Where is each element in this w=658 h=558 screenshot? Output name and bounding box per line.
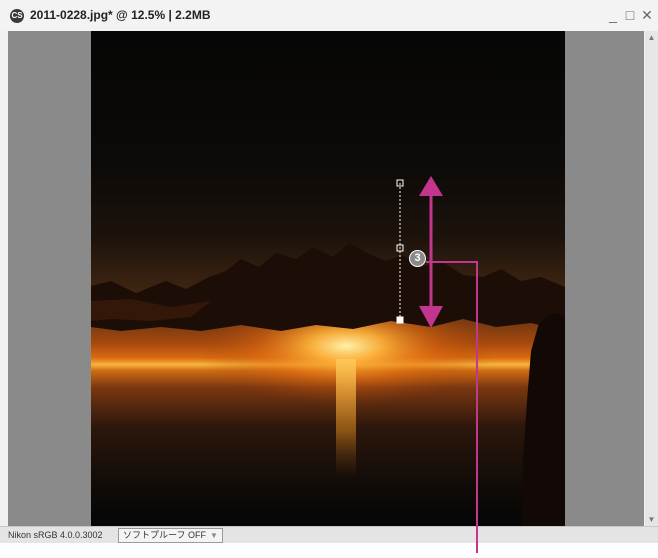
window-title: 2011-0228.jpg* @ 12.5% | 2.2MB xyxy=(30,8,211,22)
callout-number-badge: 3 xyxy=(409,250,426,267)
softproof-dropdown[interactable]: ソフトプルーフ OFF ▼ xyxy=(118,528,223,543)
sunset-photo[interactable] xyxy=(91,31,565,526)
color-profile-label: Nikon sRGB 4.0.0.3002 xyxy=(8,530,103,540)
minimize-button[interactable]: _ xyxy=(605,6,621,24)
maximize-button[interactable]: □ xyxy=(622,6,638,24)
close-button[interactable]: ✕ xyxy=(639,6,655,24)
scroll-up-arrow-icon[interactable]: ▲ xyxy=(645,31,658,44)
status-bar: Nikon sRGB 4.0.0.3002 ソフトプルーフ OFF ▼ xyxy=(0,526,658,543)
sun-reflection xyxy=(336,359,356,479)
vertical-scrollbar[interactable]: ▲ ▼ xyxy=(645,31,658,526)
app-logo-icon: CS xyxy=(10,9,24,23)
scroll-down-arrow-icon[interactable]: ▼ xyxy=(645,513,658,526)
dropdown-arrow-icon: ▼ xyxy=(209,531,218,540)
image-window: CS 2011-0228.jpg* @ 12.5% | 2.2MB _ □ ✕ xyxy=(0,0,658,543)
title-bar[interactable]: CS 2011-0228.jpg* @ 12.5% | 2.2MB _ □ ✕ xyxy=(0,0,658,31)
cliff-silhouette xyxy=(521,313,565,526)
photo-scenery xyxy=(91,243,565,526)
softproof-label: ソフトプルーフ OFF xyxy=(123,530,206,540)
